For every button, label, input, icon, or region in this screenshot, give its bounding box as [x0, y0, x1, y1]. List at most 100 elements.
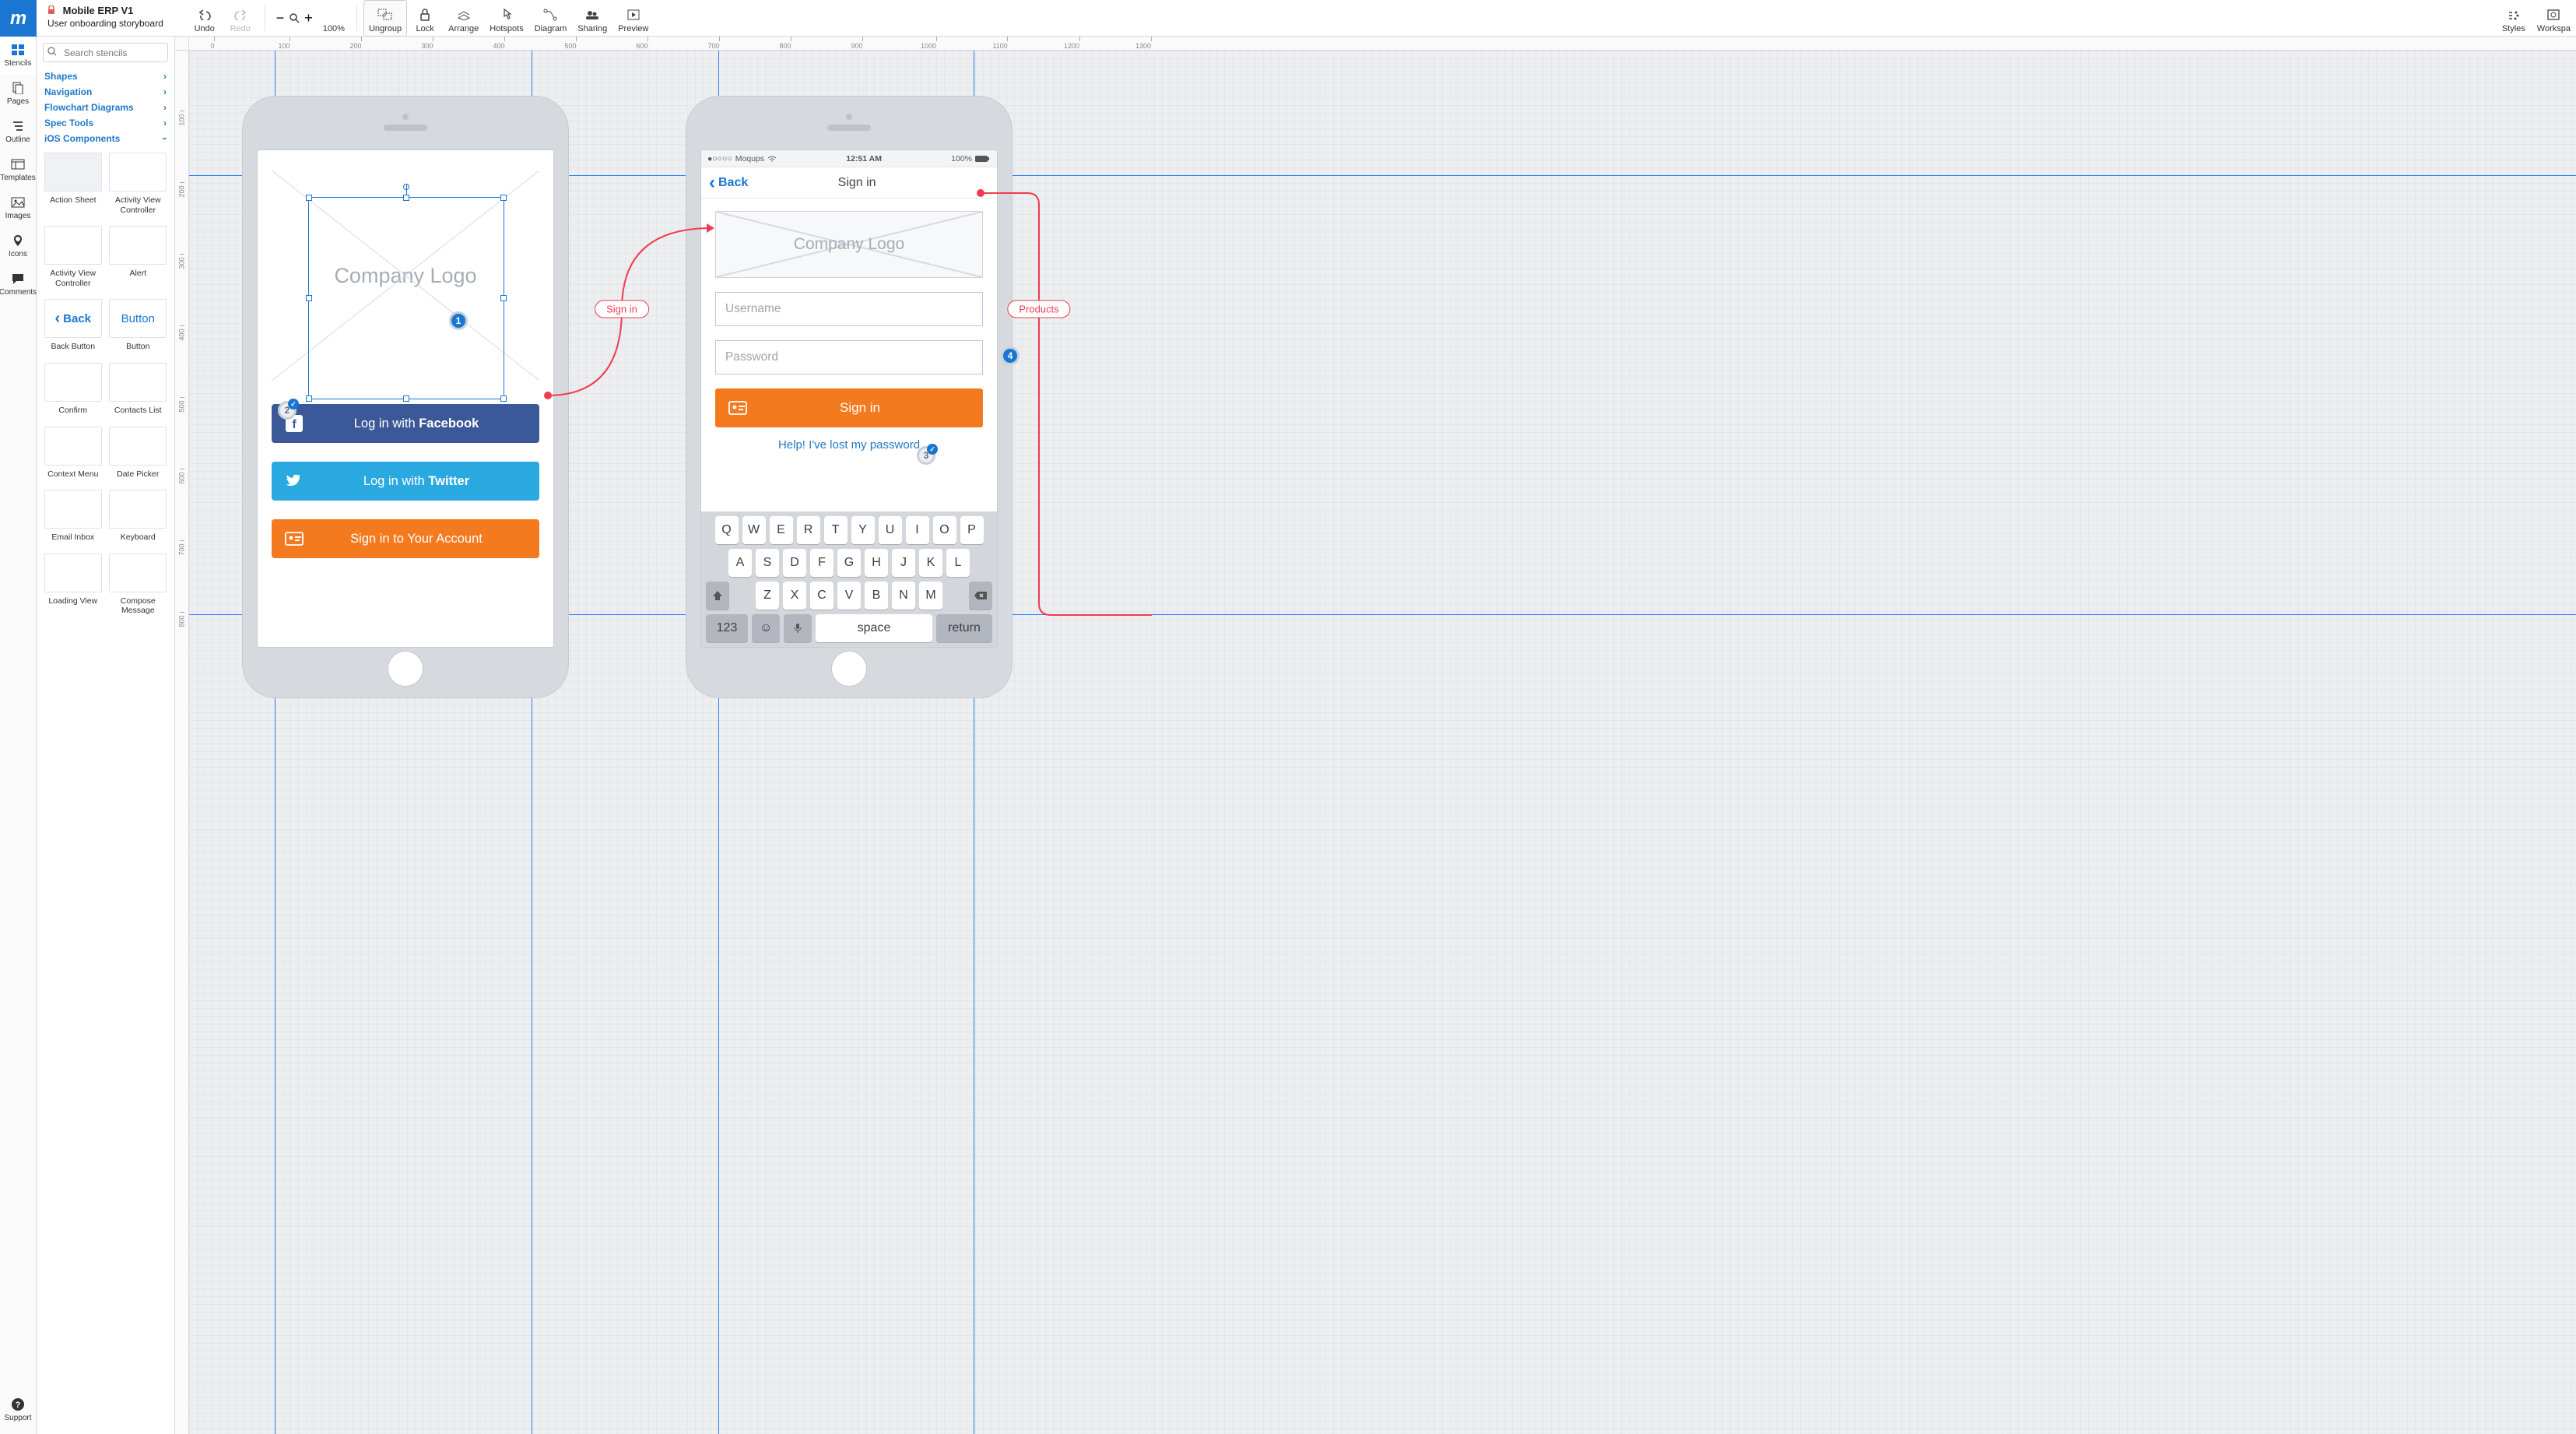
- key-e[interactable]: E: [770, 516, 793, 544]
- comment-marker-3[interactable]: 3✓: [917, 446, 935, 465]
- key-a[interactable]: A: [728, 549, 752, 577]
- arrange-button[interactable]: Arrange: [443, 0, 484, 37]
- key-t[interactable]: T: [824, 516, 848, 544]
- key-w[interactable]: W: [742, 516, 766, 544]
- preview-button[interactable]: Preview: [612, 0, 654, 37]
- key-shift[interactable]: [706, 582, 729, 610]
- undo-button[interactable]: Undo: [187, 0, 223, 37]
- app-logo[interactable]: m: [0, 0, 37, 37]
- key-o[interactable]: O: [933, 516, 956, 544]
- canvas[interactable]: Company Logo f Log in with Facebook Log …: [189, 51, 2576, 1434]
- key-u[interactable]: U: [879, 516, 902, 544]
- key-n[interactable]: N: [892, 582, 915, 610]
- connector-products[interactable]: [977, 191, 1156, 627]
- stencil-context-menu[interactable]: Context Menu: [41, 424, 105, 483]
- key-h[interactable]: H: [865, 549, 888, 577]
- category-ios-components[interactable]: iOS Components›: [37, 131, 174, 146]
- comment-marker-1[interactable]: 1: [449, 311, 468, 330]
- key-m[interactable]: M: [919, 582, 942, 610]
- category-flowchart[interactable]: Flowchart Diagrams›: [37, 100, 174, 115]
- stencil-alert[interactable]: Alert: [107, 223, 170, 291]
- login-facebook-button[interactable]: f Log in with Facebook: [272, 404, 539, 443]
- category-navigation[interactable]: Navigation›: [37, 84, 174, 100]
- connector-label-signin[interactable]: Sign in: [595, 301, 649, 318]
- key-space[interactable]: space: [816, 614, 932, 642]
- key-q[interactable]: Q: [715, 516, 739, 544]
- key-s[interactable]: S: [756, 549, 779, 577]
- key-c[interactable]: C: [810, 582, 834, 610]
- rail-icons[interactable]: Icons: [0, 227, 36, 265]
- password-input[interactable]: Password: [715, 340, 983, 374]
- category-spec-tools[interactable]: Spec Tools›: [37, 115, 174, 131]
- key-x[interactable]: X: [783, 582, 806, 610]
- diagram-button[interactable]: Diagram: [529, 0, 573, 37]
- zoom-label[interactable]: 100%: [318, 0, 350, 37]
- key-123[interactable]: 123: [706, 614, 748, 642]
- signin-your-account-button[interactable]: Sign in to Your Account: [272, 519, 539, 558]
- lock-button[interactable]: Lock: [407, 0, 443, 37]
- company-logo-placeholder[interactable]: Company Logo: [715, 211, 983, 278]
- stencil-action-sheet[interactable]: Action Sheet: [41, 149, 105, 218]
- connector-start-dot[interactable]: [544, 392, 552, 399]
- key-b[interactable]: B: [865, 582, 888, 610]
- redo-button[interactable]: Redo: [223, 0, 258, 37]
- key-j[interactable]: J: [892, 549, 915, 577]
- stencil-activity-view-2[interactable]: Activity View Controller: [41, 223, 105, 291]
- key-y[interactable]: Y: [851, 516, 875, 544]
- project-title-block[interactable]: Mobile ERP V1 User onboarding storyboard: [37, 0, 171, 36]
- stencil-contacts-list[interactable]: Contacts List: [107, 360, 170, 419]
- zoom-fit-button[interactable]: [289, 12, 300, 23]
- stencil-keyboard[interactable]: Keyboard: [107, 487, 170, 546]
- workspace-button[interactable]: Workspa: [2532, 0, 2576, 37]
- connector-start-dot[interactable]: [977, 189, 984, 197]
- stencil-compose-message[interactable]: Compose Message: [107, 550, 170, 619]
- key-emoji[interactable]: ☺: [752, 614, 780, 642]
- rail-outline[interactable]: Outline: [0, 113, 36, 151]
- preview-icon: [627, 7, 640, 23]
- sharing-button[interactable]: Sharing: [572, 0, 612, 37]
- search-stencils-input[interactable]: [43, 43, 168, 62]
- signin-submit-button[interactable]: Sign in: [715, 388, 983, 427]
- stencil-back-button[interactable]: BackBack Button: [41, 296, 105, 355]
- stencil-activity-view-1[interactable]: Activity View Controller: [107, 149, 170, 218]
- key-i[interactable]: I: [906, 516, 929, 544]
- key-f[interactable]: F: [810, 549, 834, 577]
- key-z[interactable]: Z: [756, 582, 779, 610]
- rail-comments[interactable]: Comments: [0, 265, 36, 304]
- key-d[interactable]: D: [783, 549, 806, 577]
- rail-stencils[interactable]: Stencils: [0, 37, 36, 75]
- zoom-in-button[interactable]: +: [304, 10, 313, 26]
- hotspots-button[interactable]: Hotspots: [484, 0, 528, 37]
- stencil-list[interactable]: Action Sheet Activity View Controller Ac…: [37, 146, 174, 1434]
- ruler-horizontal[interactable]: 0100200300400500600700800900100011001200…: [189, 37, 2576, 51]
- login-twitter-button[interactable]: Log in with Twitter: [272, 462, 539, 501]
- key-g[interactable]: G: [837, 549, 861, 577]
- username-input[interactable]: Username: [715, 292, 983, 326]
- rail-support[interactable]: ? Support: [0, 1391, 36, 1429]
- stencil-button[interactable]: ButtonButton: [107, 296, 170, 355]
- comment-marker-2[interactable]: 2✓: [278, 401, 297, 420]
- stencil-email-inbox[interactable]: Email Inbox: [41, 487, 105, 546]
- ungroup-button[interactable]: Ungroup: [363, 0, 407, 37]
- category-shapes[interactable]: Shapes›: [37, 69, 174, 84]
- connector-label-products[interactable]: Products: [1007, 301, 1070, 318]
- stencil-confirm[interactable]: Confirm: [41, 360, 105, 419]
- zoom-out-button[interactable]: −: [276, 10, 285, 26]
- rail-templates[interactable]: Templates: [0, 151, 36, 189]
- key-mic[interactable]: [784, 614, 812, 642]
- lost-password-link[interactable]: Help! I've lost my password: [701, 438, 997, 452]
- key-k[interactable]: K: [919, 549, 942, 577]
- styles-button[interactable]: Styles: [2496, 0, 2532, 37]
- ruler-vertical[interactable]: 100200300400500600700800: [175, 51, 189, 1434]
- stencil-date-picker[interactable]: Date Picker: [107, 424, 170, 483]
- statusbar-time: 12:51 AM: [846, 154, 882, 163]
- stencil-loading-view[interactable]: Loading View: [41, 550, 105, 619]
- rail-images[interactable]: Images: [0, 189, 36, 227]
- rail-pages[interactable]: Pages: [0, 75, 36, 113]
- diagram-icon: [543, 7, 557, 23]
- key-l[interactable]: L: [946, 549, 970, 577]
- selection-box[interactable]: [308, 197, 504, 399]
- phone-mockup-2[interactable]: ●○○○○ Moqups 12:51 AM 100% Back Sign in: [686, 96, 1013, 698]
- key-r[interactable]: R: [797, 516, 820, 544]
- key-v[interactable]: V: [837, 582, 861, 610]
